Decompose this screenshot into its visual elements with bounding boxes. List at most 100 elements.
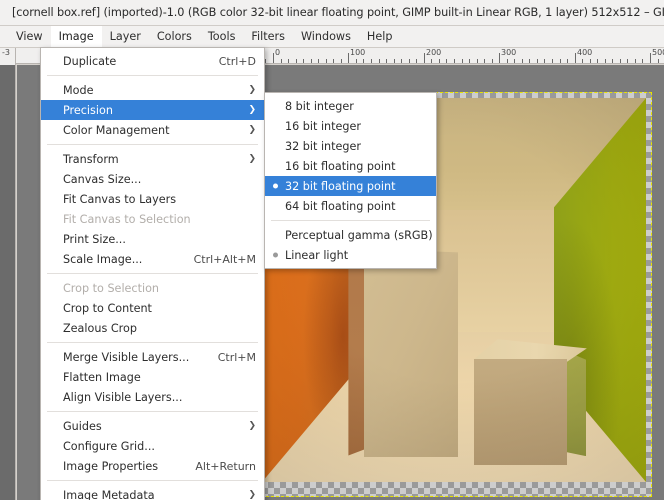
ruler-label: 200 — [426, 48, 441, 57]
menu-item-print-size[interactable]: Print Size... — [41, 229, 264, 249]
menu-item-linear-light[interactable]: Linear light — [265, 245, 436, 265]
menu-item-label: Flatten Image — [63, 371, 256, 384]
menu-separator — [47, 411, 258, 412]
menu-separator — [47, 144, 258, 145]
menu-item-scale-image[interactable]: Scale Image...Ctrl+Alt+M — [41, 249, 264, 269]
ruler-label: 500 — [652, 48, 664, 57]
ruler-tick — [499, 53, 500, 63]
menu-item-fit-canvas-to-selection: Fit Canvas to Selection — [41, 209, 264, 229]
chevron-right-icon: ❯ — [248, 421, 256, 431]
menu-item-crop-to-selection: Crop to Selection — [41, 278, 264, 298]
menu-item-label: 32 bit floating point — [285, 180, 428, 193]
ruler-tick — [560, 59, 561, 63]
menubar-item-layer[interactable]: Layer — [102, 26, 149, 48]
vertical-ruler[interactable]: -3 — [0, 48, 16, 500]
menubar-item-windows[interactable]: Windows — [293, 26, 359, 48]
title-bar: [cornell box.ref] (imported)-1.0 (RGB co… — [0, 0, 664, 26]
menu-bar: ViewImageLayerColorsToolsFiltersWindowsH… — [0, 26, 664, 48]
ruler-tick — [484, 59, 485, 63]
menu-item-shortcut: Ctrl+Alt+M — [180, 253, 256, 266]
menu-item-label: Color Management — [63, 124, 240, 137]
chevron-right-icon: ❯ — [248, 490, 256, 500]
menu-item-label: Merge Visible Layers... — [63, 351, 204, 364]
menu-item-precision[interactable]: Precision❯ — [41, 100, 264, 120]
ruler-tick — [333, 59, 334, 63]
menu-item-configure-grid[interactable]: Configure Grid... — [41, 436, 264, 456]
precision-submenu-dropdown[interactable]: 8 bit integer 16 bit integer 32 bit intege… — [264, 92, 437, 269]
gimp-window: [cornell box.ref] (imported)-1.0 (RGB co… — [0, 0, 664, 500]
menu-item-shortcut: Alt+Return — [181, 460, 256, 473]
menu-item-transform[interactable]: Transform❯ — [41, 149, 264, 169]
ruler-tick — [326, 59, 327, 63]
ruler-tick — [281, 59, 282, 63]
menu-item-label: Image Metadata — [63, 489, 240, 500]
radio-selected-icon — [273, 184, 278, 189]
menu-item-8-bit-integer[interactable]: 8 bit integer — [265, 96, 436, 116]
menubar-item-view[interactable]: View — [8, 26, 51, 48]
ruler-tick — [431, 59, 432, 63]
menu-item-label: Linear light — [285, 249, 428, 262]
menu-item-label: Fit Canvas to Layers — [63, 193, 256, 206]
menu-separator — [47, 273, 258, 274]
menu-item-mode[interactable]: Mode❯ — [41, 80, 264, 100]
menu-item-32-bit-floating-point[interactable]: 32 bit floating point — [265, 176, 436, 196]
ruler-tick — [348, 53, 349, 63]
image-menu-dropdown[interactable]: DuplicateCtrl+DMode❯Precision❯Color Mana… — [40, 47, 265, 500]
ruler-tick — [522, 59, 523, 63]
ruler-tick — [446, 59, 447, 63]
menu-item-guides[interactable]: Guides❯ — [41, 416, 264, 436]
menu-item-crop-to-content[interactable]: Crop to Content — [41, 298, 264, 318]
menubar-item-image[interactable]: Image — [51, 26, 102, 48]
menu-item-color-management[interactable]: Color Management❯ — [41, 120, 264, 140]
menu-item-label: Scale Image... — [63, 253, 180, 266]
menu-item-label: Print Size... — [63, 233, 256, 246]
menu-item-label: Precision — [63, 104, 240, 117]
ruler-tick — [590, 59, 591, 63]
ruler-tick — [265, 59, 266, 63]
ruler-tick — [575, 53, 576, 63]
menubar-item-filters[interactable]: Filters — [243, 26, 293, 48]
menu-item-label: 8 bit integer — [285, 100, 428, 113]
menu-item-zealous-crop[interactable]: Zealous Crop — [41, 318, 264, 338]
ruler-tick — [363, 59, 364, 63]
menu-item-16-bit-integer[interactable]: 16 bit integer — [265, 116, 436, 136]
menu-item-32-bit-integer[interactable]: 32 bit integer — [265, 136, 436, 156]
ruler-label: 400 — [577, 48, 592, 57]
window-title: [cornell box.ref] (imported)-1.0 (RGB co… — [0, 6, 664, 19]
menubar-item-tools[interactable]: Tools — [200, 26, 244, 48]
menu-item-flatten-image[interactable]: Flatten Image — [41, 367, 264, 387]
menu-item-label: Image Properties — [63, 460, 181, 473]
ruler-tick — [620, 59, 621, 63]
menu-item-64-bit-floating-point[interactable]: 64 bit floating point — [265, 196, 436, 216]
ruler-tick — [454, 59, 455, 63]
menu-item-merge-visible-layers[interactable]: Merge Visible Layers...Ctrl+M — [41, 347, 264, 367]
menubar-item-help[interactable]: Help — [359, 26, 401, 48]
ruler-tick — [409, 59, 410, 63]
tall-block-side — [348, 250, 364, 455]
ruler-tick — [514, 59, 515, 63]
menu-separator — [47, 75, 258, 76]
menu-item-16-bit-floating-point[interactable]: 16 bit floating point — [265, 156, 436, 176]
menu-item-label: Duplicate — [63, 55, 205, 68]
menu-item-image-properties[interactable]: Image PropertiesAlt+Return — [41, 456, 264, 476]
menu-item-label: Crop to Content — [63, 302, 256, 315]
ruler-tick — [650, 53, 651, 63]
menu-item-label: 16 bit integer — [285, 120, 428, 133]
ruler-tick — [469, 59, 470, 63]
menu-item-align-visible-layers[interactable]: Align Visible Layers... — [41, 387, 264, 407]
ruler-tick — [341, 59, 342, 63]
menu-item-label: Perceptual gamma (sRGB) — [285, 229, 433, 242]
menu-item-duplicate[interactable]: DuplicateCtrl+D — [41, 51, 264, 71]
ruler-tick — [627, 59, 628, 63]
ruler-label: 100 — [350, 48, 365, 57]
ruler-tick — [424, 53, 425, 63]
menu-item-perceptual-gamma-srgb[interactable]: Perceptual gamma (sRGB) — [265, 225, 436, 245]
menu-item-image-metadata[interactable]: Image Metadata ❯ — [41, 485, 264, 500]
ruler-tick — [492, 59, 493, 63]
menu-item-canvas-size[interactable]: Canvas Size... — [41, 169, 264, 189]
ruler-tick — [356, 59, 357, 63]
menubar-item-colors[interactable]: Colors — [149, 26, 200, 48]
ruler-tick — [605, 59, 606, 63]
menu-item-fit-canvas-to-layers[interactable]: Fit Canvas to Layers — [41, 189, 264, 209]
ruler-tick — [642, 59, 643, 63]
